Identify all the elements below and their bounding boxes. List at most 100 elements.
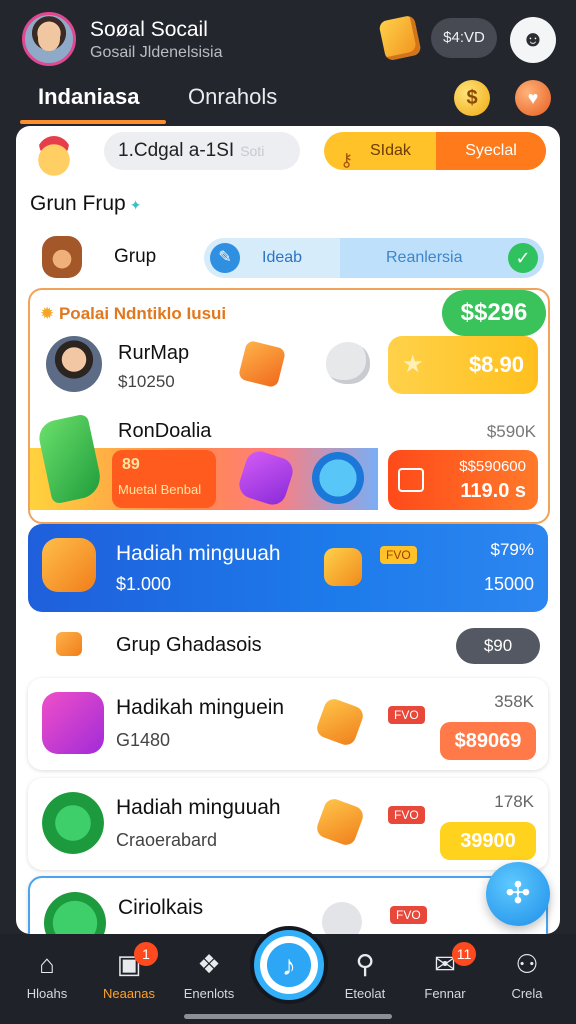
nav-item-game[interactable]: ▣ 1 Neaanas — [86, 942, 172, 1001]
robot-icon[interactable]: ☻ — [510, 17, 556, 63]
star-icon: ★ — [402, 351, 424, 378]
red-price-bottom: 119.0 s — [460, 480, 526, 502]
heart-icon[interactable]: ♥ — [515, 80, 551, 116]
list-item[interactable]: Hadikah minguein G1480 FVO 358K $89069 — [28, 678, 548, 770]
grup-bar[interactable]: ✎ Ideab Reanlersia ✓ — [204, 238, 544, 278]
nav-label: Neaanas — [102, 986, 156, 1001]
sparkle-icon: ✦ — [129, 197, 142, 213]
app-title: Soøal Socail — [90, 18, 208, 41]
nav-item-search[interactable]: ⚲ Eteolat — [322, 946, 408, 1001]
nav-label: Fennar — [424, 986, 466, 1001]
search-input[interactable]: 1.Cdgal a-1SI Soti — [104, 132, 300, 170]
check-icon[interactable]: ✓ — [508, 243, 538, 273]
blue-card-right-bottom: 15000 — [483, 574, 534, 594]
segmented-control: ⚷ SIdak Syeclal — [324, 132, 546, 170]
red-price-button[interactable]: $$590600 119.0 s — [388, 450, 538, 510]
gold-price-button[interactable]: ★ $8.90 — [388, 336, 538, 394]
app-header: Soøal Socail Gosail Jldenelsisia $4:VD ☻ — [0, 0, 576, 78]
monkey-icon — [42, 236, 82, 278]
tab-onrahols[interactable]: Onrahols — [188, 84, 277, 110]
gift-cube-icon[interactable] — [378, 14, 422, 62]
orange-badge[interactable]: 89 Muetal Benbal — [112, 450, 216, 508]
sheep-icon — [316, 896, 368, 934]
sheep-icon — [326, 342, 370, 384]
star-icon — [314, 796, 366, 848]
grup-label: Grup — [114, 246, 157, 267]
nav-label: Hloahs — [26, 986, 68, 1001]
list-item-right: 358K — [494, 692, 534, 711]
list-item-tag: FVO — [390, 906, 427, 924]
active-tab-indicator — [20, 120, 166, 124]
bottom-nav: ⌂ Hloahs ▣ 1 Neaanas ❖ Enenlots ♪ ⚲ Eteo… — [0, 926, 576, 1024]
dog-icon: ❖ — [197, 949, 221, 979]
promo-row1-amount: $10250 — [118, 372, 175, 391]
gift-box-icon — [237, 339, 287, 389]
grup-bar-mid: Ideab — [262, 249, 303, 266]
tab-indaniasa[interactable]: Indaniasa — [38, 84, 139, 110]
blue-card-amount: $1.000 — [116, 574, 172, 594]
search-ghost-text: Soti — [240, 143, 265, 159]
nav-item-profile[interactable]: ⚇ Crela — [484, 946, 570, 1001]
person-icon: ⚇ — [515, 949, 539, 979]
blue-reward-card[interactable]: Hadiah minguuah $1.000 FVO $79% 15000 — [28, 524, 548, 612]
gold-price-value: $8.90 — [468, 352, 524, 377]
calendar-gift-icon — [42, 692, 104, 754]
nav-label: Eteolat — [344, 986, 386, 1001]
group-icon — [56, 632, 82, 656]
app-subtitle: Gosail Jldenelsisia — [90, 44, 223, 61]
section-title: Grun Frup ✦ — [30, 192, 141, 216]
play-badge-icon — [42, 792, 104, 854]
dollar-coin-icon[interactable]: $ — [454, 80, 490, 116]
balance-pill[interactable]: $4:VD — [431, 18, 497, 58]
promo-card[interactable]: ✹ Poalai Ndntiklo Iusui $$296 RurMap $10… — [28, 288, 550, 524]
segment-syeclal[interactable]: Syeclal — [436, 132, 546, 170]
section-title-text: Grun Frup — [30, 192, 126, 215]
list-item-title: Ciriolkais — [118, 896, 204, 919]
red-price-top: $$590600 — [459, 458, 526, 475]
blue-card-right-top: $79% — [490, 540, 534, 559]
notification-badge: 1 — [134, 942, 158, 966]
orange-badge-number: 89 — [122, 456, 140, 473]
nav-item-home[interactable]: ⌂ Hloahs — [4, 946, 90, 1001]
segment-left-label: SIdak — [370, 142, 411, 159]
promo-row2-name: RonDoalia — [118, 420, 212, 442]
group2-pill[interactable]: $90 — [456, 628, 540, 664]
floating-action-button[interactable]: ✣ — [486, 862, 550, 926]
promo-price-badge[interactable]: $$296 — [442, 290, 546, 336]
grup-row: Grup ✎ Ideab Reanlersia ✓ — [16, 230, 560, 286]
music-center-button[interactable]: ♪ — [250, 926, 328, 1004]
list-item[interactable]: Hadiah minguuah Craoerabard FVO 178K 399… — [28, 778, 548, 870]
list-item-title: Hadikah minguein — [116, 696, 285, 719]
promo-row2-right: $590K — [486, 422, 536, 441]
grup-bar-right: Reanlersia — [386, 249, 463, 266]
promo-title: ✹ Poalai Ndntiklo Iusui — [40, 304, 226, 324]
promo-row1-name: RurMap — [118, 342, 190, 364]
nav-item-chat[interactable]: ✉ 11 Fennar — [402, 942, 488, 1001]
mascot-icon — [36, 136, 72, 176]
list-item-button[interactable]: 39900 — [440, 822, 536, 860]
nav-item-pets[interactable]: ❖ Enenlots — [166, 946, 252, 1001]
home-icon: ⌂ — [39, 949, 55, 979]
home-indicator — [184, 1014, 392, 1019]
reward-icon — [42, 538, 96, 592]
list-item-tag: FVO — [388, 806, 425, 824]
nav-label: Enenlots — [183, 986, 235, 1001]
dollar-badge-icon — [44, 892, 106, 934]
search-icon: ⚲ — [355, 949, 375, 979]
blue-card-tag: FVO — [380, 546, 417, 564]
profile-avatar[interactable] — [22, 12, 76, 66]
game-icon: ▣ — [116, 949, 142, 979]
nav-label: Crela — [511, 986, 543, 1001]
star-icon — [314, 696, 366, 748]
promo-title-text: Poalai Ndntiklo Iusui — [58, 304, 227, 323]
group2-label: Grup Ghadasois — [116, 634, 262, 656]
calendar-icon — [398, 468, 424, 492]
blue-coin-icon — [312, 452, 364, 504]
list-item-button[interactable]: $89069 — [440, 722, 536, 760]
pencil-icon[interactable]: ✎ — [210, 243, 240, 273]
segment-sidak[interactable]: ⚷ SIdak — [324, 132, 436, 170]
orange-badge-label: Muetal Benbal — [118, 482, 202, 497]
key-icon: ⚷ — [340, 150, 354, 170]
gift-icon — [324, 548, 362, 586]
list-item-sub: G1480 — [116, 730, 171, 750]
